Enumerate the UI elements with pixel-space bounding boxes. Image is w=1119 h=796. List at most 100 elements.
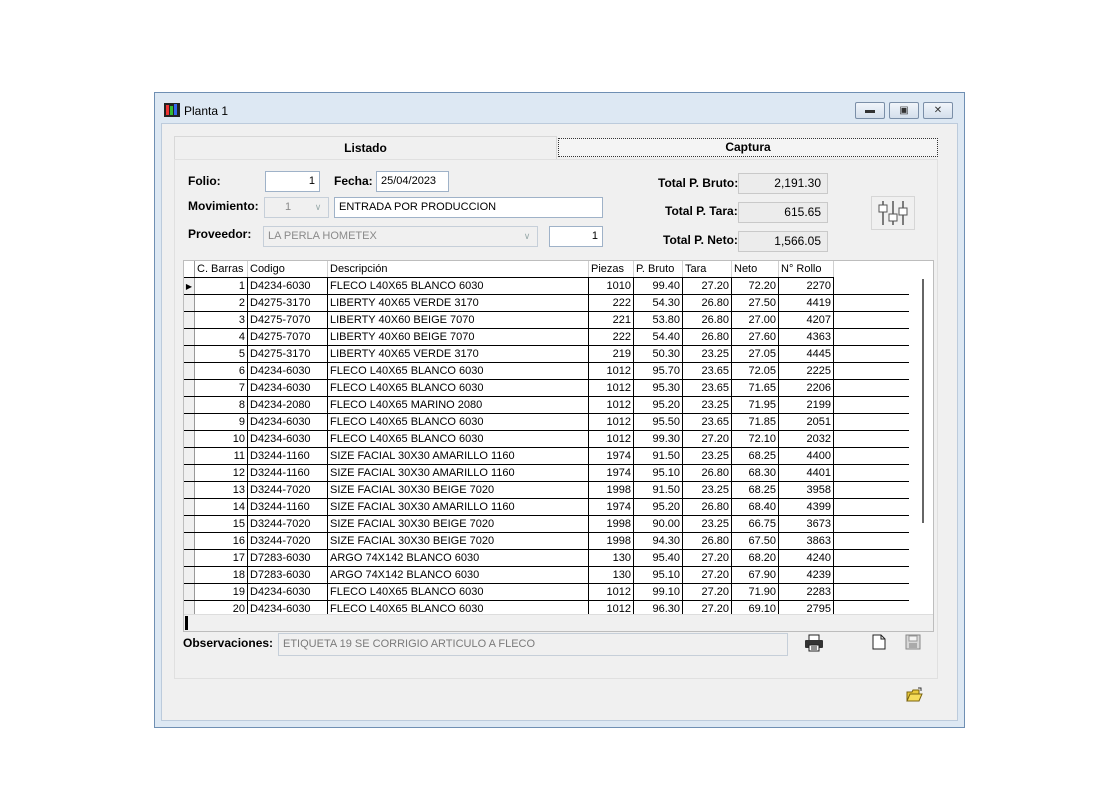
table-cell[interactable]: D3244-1160 xyxy=(247,498,328,516)
table-cell[interactable]: D4234-6030 xyxy=(247,277,328,295)
table-cell[interactable]: 2051 xyxy=(778,413,834,431)
column-header[interactable]: Tara xyxy=(682,261,732,278)
table-cell[interactable]: 17 xyxy=(194,549,248,567)
table-cell[interactable]: 95.40 xyxy=(633,549,683,567)
table-cell[interactable]: D3244-7020 xyxy=(247,515,328,533)
table-cell[interactable]: D4234-6030 xyxy=(247,583,328,601)
table-cell[interactable]: LIBERTY 40X65 VERDE 3170 xyxy=(327,345,589,363)
column-header[interactable]: Piezas xyxy=(588,261,634,278)
table-cell[interactable]: 13 xyxy=(194,481,248,499)
table-cell[interactable]: 10 xyxy=(194,430,248,448)
table-cell[interactable]: FLECO L40X65 BLANCO 6030 xyxy=(327,413,589,431)
table-cell[interactable]: FLECO L40X65 BLANCO 6030 xyxy=(327,362,589,380)
table-cell[interactable]: 95.10 xyxy=(633,464,683,482)
movimiento-combo[interactable]: 1 ∨ xyxy=(264,197,329,218)
table-cell[interactable]: 27.20 xyxy=(682,549,732,567)
table-cell[interactable]: 27.20 xyxy=(682,277,732,295)
table-cell[interactable]: 3 xyxy=(194,311,248,329)
table-cell[interactable]: 72.05 xyxy=(731,362,779,380)
table-cell[interactable]: 94.30 xyxy=(633,532,683,550)
row-selector[interactable] xyxy=(184,413,195,431)
table-cell[interactable]: 67.90 xyxy=(731,566,779,584)
table-cell[interactable]: D4234-6030 xyxy=(247,430,328,448)
table-cell[interactable]: 27.05 xyxy=(731,345,779,363)
table-cell[interactable]: 23.25 xyxy=(682,481,732,499)
table-cell[interactable]: 68.20 xyxy=(731,549,779,567)
table-cell[interactable]: 26.80 xyxy=(682,328,732,346)
row-selector[interactable] xyxy=(184,549,195,567)
table-cell[interactable]: 4363 xyxy=(778,328,834,346)
row-selector[interactable] xyxy=(184,464,195,482)
table-cell[interactable]: 95.70 xyxy=(633,362,683,380)
table-cell[interactable]: 53.80 xyxy=(633,311,683,329)
table-cell[interactable]: D4234-6030 xyxy=(247,379,328,397)
observaciones-field[interactable]: ETIQUETA 19 SE CORRIGIO ARTICULO A FLECO xyxy=(278,633,788,656)
table-cell[interactable]: D4234-2080 xyxy=(247,396,328,414)
table-cell[interactable]: 23.65 xyxy=(682,413,732,431)
table-cell[interactable]: 4240 xyxy=(778,549,834,567)
table-cell[interactable]: 222 xyxy=(588,294,634,312)
proveedor-combo[interactable]: LA PERLA HOMETEX ∨ xyxy=(263,226,538,247)
table-cell[interactable]: D4234-6030 xyxy=(247,413,328,431)
table-cell[interactable]: 95.10 xyxy=(633,566,683,584)
table-row[interactable]: 10 D4234-6030 FLECO L40X65 BLANCO 6030 1012… xyxy=(184,430,909,448)
table-cell[interactable]: 23.65 xyxy=(682,379,732,397)
new-document-icon[interactable] xyxy=(872,634,886,650)
table-cell[interactable]: FLECO L40X65 BLANCO 6030 xyxy=(327,277,589,295)
table-cell[interactable]: 219 xyxy=(588,345,634,363)
title-bar[interactable]: Planta 1 ▬ ▣ ✕ xyxy=(155,93,964,123)
table-cell[interactable]: 1974 xyxy=(588,447,634,465)
row-selector[interactable] xyxy=(184,481,195,499)
row-selector[interactable] xyxy=(184,430,195,448)
table-cell[interactable]: SIZE FACIAL 30X30 BEIGE 7020 xyxy=(327,532,589,550)
column-header[interactable]: Descripción xyxy=(327,261,589,278)
table-cell[interactable]: FLECO L40X65 BLANCO 6030 xyxy=(327,430,589,448)
table-row[interactable]: 14 D3244-1160 SIZE FACIAL 30X30 AMARILLO 1… xyxy=(184,498,909,516)
table-cell[interactable]: SIZE FACIAL 30X30 AMARILLO 1160 xyxy=(327,447,589,465)
table-cell[interactable]: 95.20 xyxy=(633,396,683,414)
table-cell[interactable]: 1012 xyxy=(588,362,634,380)
minimize-button[interactable]: ▬ xyxy=(855,102,885,119)
sliders-icon[interactable] xyxy=(871,196,915,230)
table-cell[interactable]: 2032 xyxy=(778,430,834,448)
table-cell[interactable]: 2225 xyxy=(778,362,834,380)
folio-field[interactable]: 1 xyxy=(265,171,320,192)
table-cell[interactable]: 54.30 xyxy=(633,294,683,312)
table-cell[interactable]: 5 xyxy=(194,345,248,363)
table-cell[interactable]: SIZE FACIAL 30X30 BEIGE 7020 xyxy=(327,481,589,499)
table-row[interactable]: 15 D3244-7020 SIZE FACIAL 30X30 BEIGE 7020… xyxy=(184,515,909,533)
chevron-down-icon[interactable]: ∨ xyxy=(519,228,535,245)
table-cell[interactable]: LIBERTY 40X65 VERDE 3170 xyxy=(327,294,589,312)
table-cell[interactable]: ARGO 74X142 BLANCO 6030 xyxy=(327,549,589,567)
table-cell[interactable]: D4275-3170 xyxy=(247,294,328,312)
table-cell[interactable]: 71.90 xyxy=(731,583,779,601)
table-cell[interactable]: 27.20 xyxy=(682,430,732,448)
fecha-field[interactable]: 25/04/2023 xyxy=(376,171,449,192)
table-row[interactable]: 2 D4275-3170 LIBERTY 40X65 VERDE 3170 222 54… xyxy=(184,294,909,312)
table-cell[interactable]: 23.25 xyxy=(682,447,732,465)
table-cell[interactable]: 71.85 xyxy=(731,413,779,431)
table-cell[interactable]: 11 xyxy=(194,447,248,465)
column-header[interactable]: N° Rollo xyxy=(778,261,834,278)
table-cell[interactable]: D3244-1160 xyxy=(247,464,328,482)
column-header[interactable]: C. Barras xyxy=(194,261,248,278)
movimiento-description-field[interactable]: ENTRADA POR PRODUCCION xyxy=(334,197,603,218)
table-cell[interactable]: SIZE FACIAL 30X30 BEIGE 7020 xyxy=(327,515,589,533)
table-cell[interactable]: FLECO L40X65 BLANCO 6030 xyxy=(327,583,589,601)
table-cell[interactable]: 1974 xyxy=(588,464,634,482)
table-row[interactable]: 8 D4234-2080 FLECO L40X65 MARINO 2080 1012 9… xyxy=(184,396,909,414)
table-cell[interactable]: 26.80 xyxy=(682,294,732,312)
row-selector[interactable] xyxy=(184,362,195,380)
table-cell[interactable]: D4234-6030 xyxy=(247,362,328,380)
table-cell[interactable]: 95.20 xyxy=(633,498,683,516)
table-cell[interactable]: 9 xyxy=(194,413,248,431)
row-selector[interactable] xyxy=(184,566,195,584)
table-cell[interactable]: 3958 xyxy=(778,481,834,499)
table-cell[interactable]: 2270 xyxy=(778,277,834,295)
table-row[interactable]: 6 D4234-6030 FLECO L40X65 BLANCO 6030 1012 9… xyxy=(184,362,909,380)
table-cell[interactable]: 27.00 xyxy=(731,311,779,329)
table-cell[interactable]: 1998 xyxy=(588,532,634,550)
chevron-down-icon[interactable]: ∨ xyxy=(310,199,326,216)
column-header[interactable]: Codigo xyxy=(247,261,328,278)
table-cell[interactable]: 4 xyxy=(194,328,248,346)
